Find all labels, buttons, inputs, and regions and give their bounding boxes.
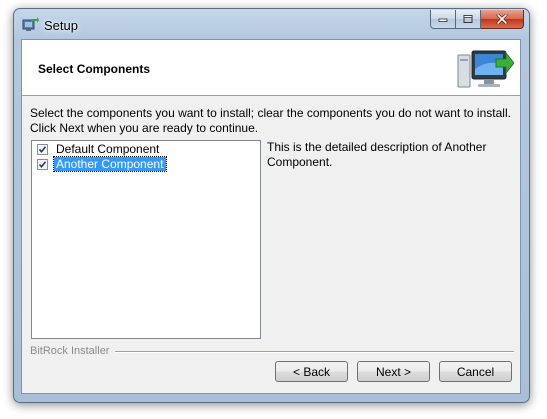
computer-with-green-arrow-icon	[457, 50, 514, 88]
setup-window: Setup Select Components Select the compo…	[13, 8, 530, 403]
another-component-checkbox[interactable]	[37, 158, 48, 170]
component-list[interactable]: Default Component Another Component	[31, 140, 261, 339]
footer-divider	[115, 351, 514, 353]
checkmark-icon	[38, 160, 47, 168]
installer-app-icon	[22, 17, 39, 32]
minimize-icon	[438, 18, 448, 22]
component-label: Default Component	[56, 142, 160, 156]
close-icon	[496, 14, 508, 24]
page-header: Select Components	[22, 40, 520, 96]
window-title: Setup	[44, 18, 78, 33]
installer-brand: BitRock Installer	[30, 345, 110, 357]
component-label-selected: Another Component	[52, 156, 168, 172]
page-title: Select Components	[38, 62, 151, 76]
minimize-button[interactable]	[430, 10, 456, 29]
maximize-icon	[463, 15, 473, 23]
client-area: Select Components Select the components …	[21, 39, 521, 394]
checkmark-icon	[38, 145, 47, 153]
component-description: This is the detailed description of Anot…	[267, 140, 487, 169]
back-button[interactable]: < Back	[275, 361, 348, 382]
title-bar[interactable]: Setup	[14, 9, 529, 39]
list-item-another-component[interactable]: Another Component	[37, 156, 168, 172]
maximize-button[interactable]	[456, 10, 481, 29]
close-button[interactable]	[481, 10, 524, 29]
intro-text: Select the components you want to instal…	[30, 106, 511, 135]
list-item-default-component[interactable]: Default Component	[37, 142, 162, 156]
caption-buttons	[430, 10, 524, 30]
next-button[interactable]: Next >	[357, 361, 430, 382]
default-component-checkbox[interactable]	[37, 143, 48, 155]
cancel-button[interactable]: Cancel	[439, 361, 512, 382]
